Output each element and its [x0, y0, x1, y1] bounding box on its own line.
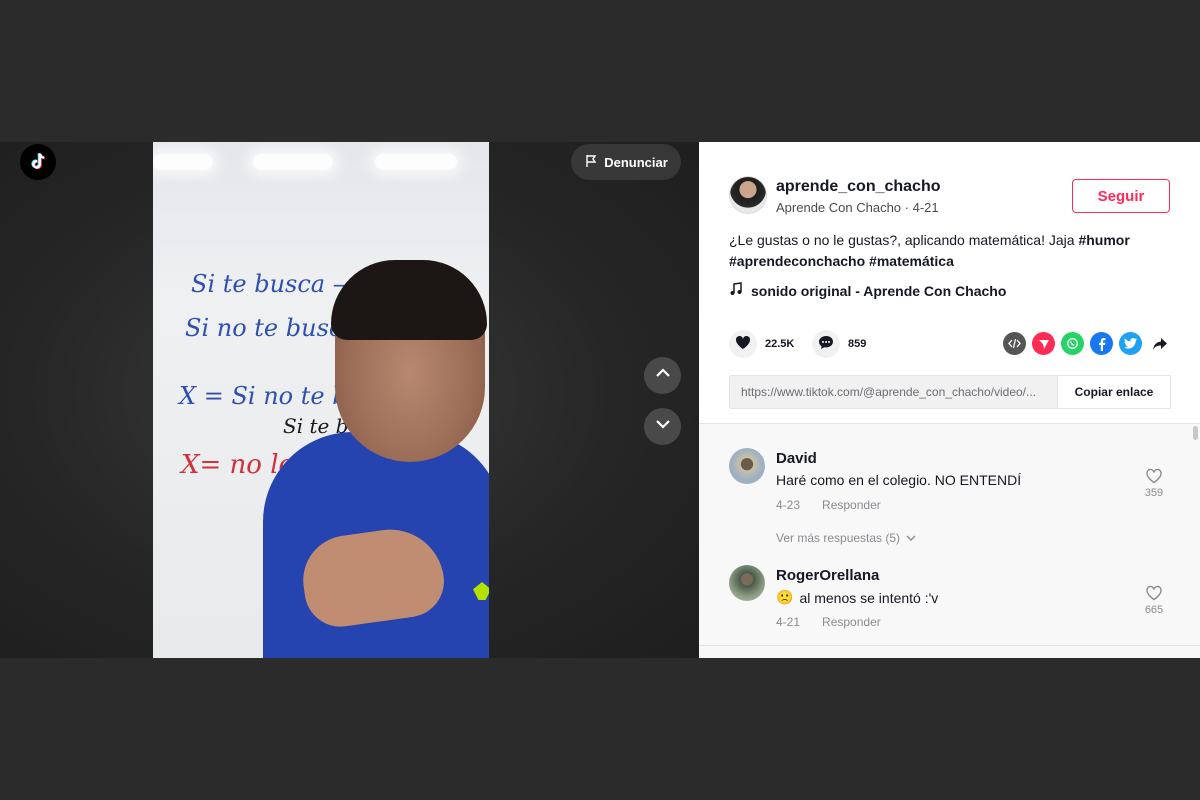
- music-note-icon: [729, 282, 743, 299]
- comment-meta: 4-21 Responder: [776, 615, 881, 629]
- ceiling-light: [153, 154, 213, 170]
- next-video-button[interactable]: [644, 408, 681, 445]
- comment-item: RogerOrellana 🙁 al menos se intentó :'v …: [729, 565, 1169, 645]
- reply-button[interactable]: Responder: [822, 615, 881, 629]
- like-button[interactable]: [729, 330, 757, 358]
- hashtag-aprendeconchacho[interactable]: #aprendeconchacho: [729, 253, 865, 269]
- comment-username[interactable]: David: [776, 450, 817, 467]
- heart-outline-icon: [1145, 468, 1163, 487]
- heart-icon: [735, 335, 751, 353]
- comment-icon: [818, 335, 834, 353]
- comment-like[interactable]: 359: [1139, 468, 1169, 499]
- copy-link-button[interactable]: Copiar enlace: [1057, 376, 1170, 408]
- ceiling-light: [375, 154, 457, 170]
- description-text: ¿Le gustas o no le gustas?, aplicando ma…: [729, 232, 1079, 248]
- facebook-icon[interactable]: [1090, 332, 1113, 355]
- twitter-icon[interactable]: [1119, 332, 1142, 355]
- comment-button[interactable]: [812, 330, 840, 358]
- comment-text: 🙁 al menos se intentó :'v: [776, 589, 938, 606]
- video-link-box: https://www.tiktok.com/@aprende_con_chac…: [729, 375, 1171, 409]
- like-stat: 22.5K: [729, 330, 794, 358]
- previous-video-button[interactable]: [644, 357, 681, 394]
- ceiling-light: [253, 154, 333, 170]
- author-avatar[interactable]: [729, 176, 767, 214]
- share-icons: [1003, 332, 1171, 355]
- comment-like-count: 359: [1144, 487, 1164, 499]
- report-button[interactable]: Denunciar: [571, 144, 681, 180]
- comment-avatar[interactable]: [729, 565, 765, 601]
- comments-list[interactable]: David Haré como en el colegio. NO ENTEND…: [699, 423, 1200, 658]
- author-subtitle: Aprende Con Chacho · 4-21: [776, 200, 939, 215]
- comment-count: 859: [848, 338, 867, 350]
- video-description: ¿Le gustas o no le gustas?, aplicando ma…: [729, 230, 1169, 272]
- comment-meta: 4-23 Responder: [776, 498, 881, 512]
- like-count: 22.5K: [765, 338, 795, 350]
- comment-body: Haré como en el colegio. NO ENTENDÍ: [776, 472, 1022, 488]
- divider: [699, 645, 1200, 646]
- music-link[interactable]: sonido original - Aprende Con Chacho: [729, 282, 1006, 299]
- music-label: sonido original - Aprende Con Chacho: [751, 282, 1007, 299]
- stats-row: 22.5K 859: [729, 330, 1171, 360]
- video-stage: Si te busca —— Si no te busca —— X = Si …: [0, 142, 1200, 658]
- video-link-url[interactable]: https://www.tiktok.com/@aprende_con_chac…: [730, 385, 1057, 399]
- send-icon[interactable]: [1032, 332, 1055, 355]
- comment-like-count: 665: [1144, 604, 1164, 616]
- heart-outline-icon: [1145, 585, 1163, 604]
- follow-button[interactable]: Seguir: [1072, 179, 1170, 213]
- author-row: aprende_con_chacho Aprende Con Chacho · …: [729, 176, 1171, 216]
- chevron-up-icon: [654, 364, 672, 387]
- comment-stat: 859: [812, 330, 866, 358]
- hashtag-humor[interactable]: #humor: [1078, 232, 1129, 248]
- chevron-down-icon: [654, 415, 672, 438]
- comment-avatar[interactable]: [729, 448, 765, 484]
- whatsapp-icon[interactable]: [1061, 332, 1084, 355]
- tiktok-logo-icon[interactable]: [20, 144, 56, 180]
- comment-item: David Haré como en el colegio. NO ENTEND…: [729, 448, 1169, 528]
- comments-scrollbar[interactable]: [1193, 426, 1198, 440]
- comment-username[interactable]: RogerOrellana: [776, 567, 879, 584]
- embed-icon[interactable]: [1003, 332, 1026, 355]
- comment-text: Haré como en el colegio. NO ENTENDÍ: [776, 472, 1021, 488]
- view-more-replies[interactable]: Ver más respuestas (5): [776, 531, 916, 545]
- share-arrow-icon[interactable]: [1148, 332, 1171, 355]
- report-label: Denunciar: [604, 154, 668, 170]
- comment-date: 4-21: [776, 615, 801, 629]
- comment-like[interactable]: 665: [1139, 585, 1169, 616]
- author-username[interactable]: aprende_con_chacho: [776, 178, 941, 196]
- details-panel: aprende_con_chacho Aprende Con Chacho · …: [699, 142, 1200, 658]
- video-frame[interactable]: Si te busca —— Si no te busca —— X = Si …: [153, 142, 489, 658]
- reply-button[interactable]: Responder: [822, 498, 881, 512]
- flag-icon: [584, 154, 598, 171]
- chevron-down-icon: [906, 531, 916, 545]
- more-replies-label: Ver más respuestas (5): [776, 531, 901, 545]
- video-player[interactable]: Si te busca —— Si no te busca —— X = Si …: [0, 142, 699, 658]
- hashtag-matematica[interactable]: #matemática: [869, 253, 954, 269]
- comment-emoji: 🙁: [776, 589, 794, 605]
- comment-date: 4-23: [776, 498, 801, 512]
- comment-body: al menos se intentó :'v: [799, 589, 939, 606]
